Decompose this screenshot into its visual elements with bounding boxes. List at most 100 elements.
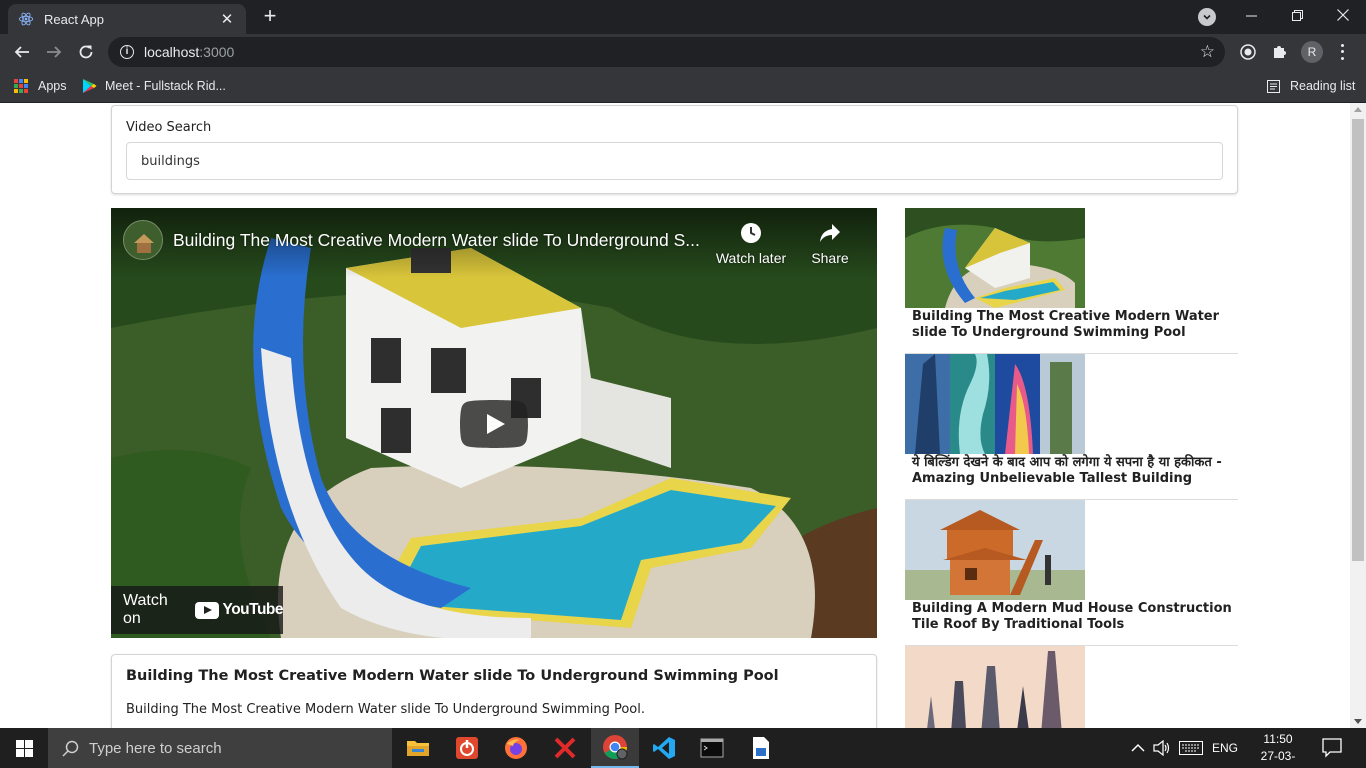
search-icon (62, 740, 79, 757)
forward-button[interactable] (42, 40, 66, 64)
reload-icon (79, 45, 93, 59)
react-logo-icon (18, 12, 34, 26)
record-icon (1240, 44, 1256, 60)
start-button[interactable] (0, 728, 48, 768)
taskbar-vscode[interactable] (640, 728, 688, 768)
video-list-thumbnail[interactable] (905, 646, 1085, 728)
taskbar-search-box[interactable]: Type here to search (48, 728, 392, 768)
browser-tab-strip: React App ✕ + (0, 0, 1366, 34)
reading-list-icon (1267, 79, 1280, 93)
bookmark-meet[interactable]: Meet - Fullstack Rid... (82, 76, 226, 96)
list-item[interactable]: ये बिल्डिंग देखने के बाद आप को लगेगा ये … (905, 354, 1238, 500)
clock-time: 11:50 (1263, 732, 1293, 746)
windows-logo-icon (15, 739, 33, 757)
page-scrollbar[interactable] (1350, 103, 1366, 728)
taskbar-firefox[interactable] (492, 728, 540, 768)
thumbnail-image (905, 646, 1085, 728)
list-item[interactable]: Building A Modern Mud House Construction… (905, 500, 1238, 646)
thumbnail-image (905, 500, 1085, 600)
bookmark-star-icon[interactable]: ☆ (1200, 42, 1215, 62)
document-icon (753, 737, 769, 759)
reading-list-button[interactable]: Reading list (1267, 76, 1355, 96)
scroll-up-icon[interactable] (1354, 107, 1362, 112)
arrow-left-icon (14, 46, 29, 58)
video-search-input[interactable] (126, 142, 1223, 180)
tab-search-button[interactable] (1198, 8, 1216, 26)
volume-button[interactable] (1153, 728, 1171, 768)
share-label: Share (811, 250, 849, 266)
youtube-logo-icon: YouTube (194, 601, 284, 619)
apps-grid-icon (14, 79, 28, 93)
video-player[interactable]: Building The Most Creative Modern Water … (111, 208, 877, 638)
scroll-down-icon[interactable] (1354, 719, 1362, 724)
scrollbar-thumb[interactable] (1352, 119, 1364, 561)
taskbar-document[interactable] (737, 728, 785, 768)
youtube-wordmark: YouTube (222, 601, 284, 618)
bookmark-apps[interactable]: Apps (14, 76, 67, 96)
bookmarks-bar: Apps Meet - Fullstack Rid... Reading lis… (0, 70, 1366, 103)
video-detail-title: Building The Most Creative Modern Water … (126, 668, 779, 684)
address-bar[interactable]: i localhost:3000 ☆ (108, 37, 1225, 67)
watch-later-label: Watch later (715, 250, 787, 266)
windows-taskbar: Type here to search ENG 11:50 27-03- (0, 728, 1366, 768)
list-item[interactable]: Building The Most Creative Modern Water … (905, 208, 1238, 354)
search-label: Video Search (126, 120, 212, 135)
bookmark-apps-label: Apps (38, 79, 67, 93)
watch-later-button[interactable]: Watch later (715, 220, 787, 266)
taskbar-search-placeholder: Type here to search (89, 739, 222, 757)
profile-avatar[interactable]: R (1301, 41, 1323, 63)
chrome-icon (603, 735, 628, 760)
action-center-button[interactable] (1322, 738, 1344, 758)
thumbnail-image (905, 208, 1085, 308)
video-list-thumbnail[interactable] (905, 500, 1085, 600)
video-list-title[interactable]: ये बिल्डिंग देखने के बाद आप को लगेगा ये … (912, 455, 1232, 487)
taskbar-file-explorer[interactable] (394, 728, 442, 768)
extensions-button[interactable] (1268, 40, 1292, 64)
language-indicator[interactable]: ENG (1212, 728, 1238, 768)
back-button[interactable] (10, 40, 34, 64)
touch-keyboard-button[interactable] (1179, 728, 1203, 768)
video-list-thumbnail[interactable] (905, 354, 1085, 454)
watch-on-youtube-button[interactable]: Watch on YouTube (111, 586, 283, 634)
taskbar-clock[interactable]: 11:50 27-03-2021 (1254, 731, 1302, 768)
taskbar-chrome[interactable] (591, 728, 639, 768)
house-icon (124, 221, 162, 259)
extension-button[interactable] (1236, 40, 1260, 64)
taskbar-app-power[interactable] (443, 728, 491, 768)
clock-date: 27-03-2021 (1260, 749, 1296, 768)
app-viewport: Video Search Building The Most Cr (0, 103, 1350, 728)
tray-show-hidden-icon[interactable] (1131, 728, 1145, 768)
reload-button[interactable] (74, 40, 98, 64)
video-list-title[interactable]: Building The Most Creative Modern Water … (912, 309, 1232, 341)
minimize-button[interactable] (1228, 0, 1274, 30)
chevron-up-icon (1131, 743, 1145, 752)
chevron-down-icon (1203, 14, 1211, 20)
url-host: localhost (144, 44, 200, 60)
share-button[interactable]: Share (794, 220, 866, 266)
list-item[interactable] (905, 646, 1238, 728)
puzzle-icon (1274, 46, 1286, 58)
restore-button[interactable] (1274, 0, 1320, 30)
power-icon (456, 737, 478, 759)
tab-close-icon[interactable]: ✕ (218, 10, 236, 28)
site-info-icon[interactable]: i (120, 45, 134, 59)
video-list-thumbnail[interactable] (905, 208, 1085, 308)
taskbar-app-x[interactable] (541, 728, 589, 768)
browser-tab[interactable]: React App ✕ (8, 4, 246, 34)
terminal-icon (700, 738, 724, 758)
url-port: :3000 (199, 44, 235, 60)
x-app-icon (554, 737, 576, 759)
close-window-button[interactable] (1320, 0, 1366, 30)
play-button-icon[interactable] (460, 400, 528, 448)
video-list-title[interactable]: Building A Modern Mud House Construction… (912, 601, 1232, 633)
taskbar-terminal[interactable] (688, 728, 736, 768)
browser-toolbar: i localhost:3000 ☆ R (0, 34, 1366, 70)
video-detail-description: Building The Most Creative Modern Water … (126, 702, 645, 717)
search-bar-segment: Video Search (111, 105, 1238, 194)
channel-avatar[interactable] (123, 220, 163, 260)
player-video-title[interactable]: Building The Most Creative Modern Water … (173, 230, 713, 251)
vscode-icon (653, 737, 675, 759)
browser-menu-button[interactable] (1338, 42, 1346, 62)
new-tab-button[interactable]: + (258, 5, 282, 29)
play-store-icon (83, 79, 97, 93)
